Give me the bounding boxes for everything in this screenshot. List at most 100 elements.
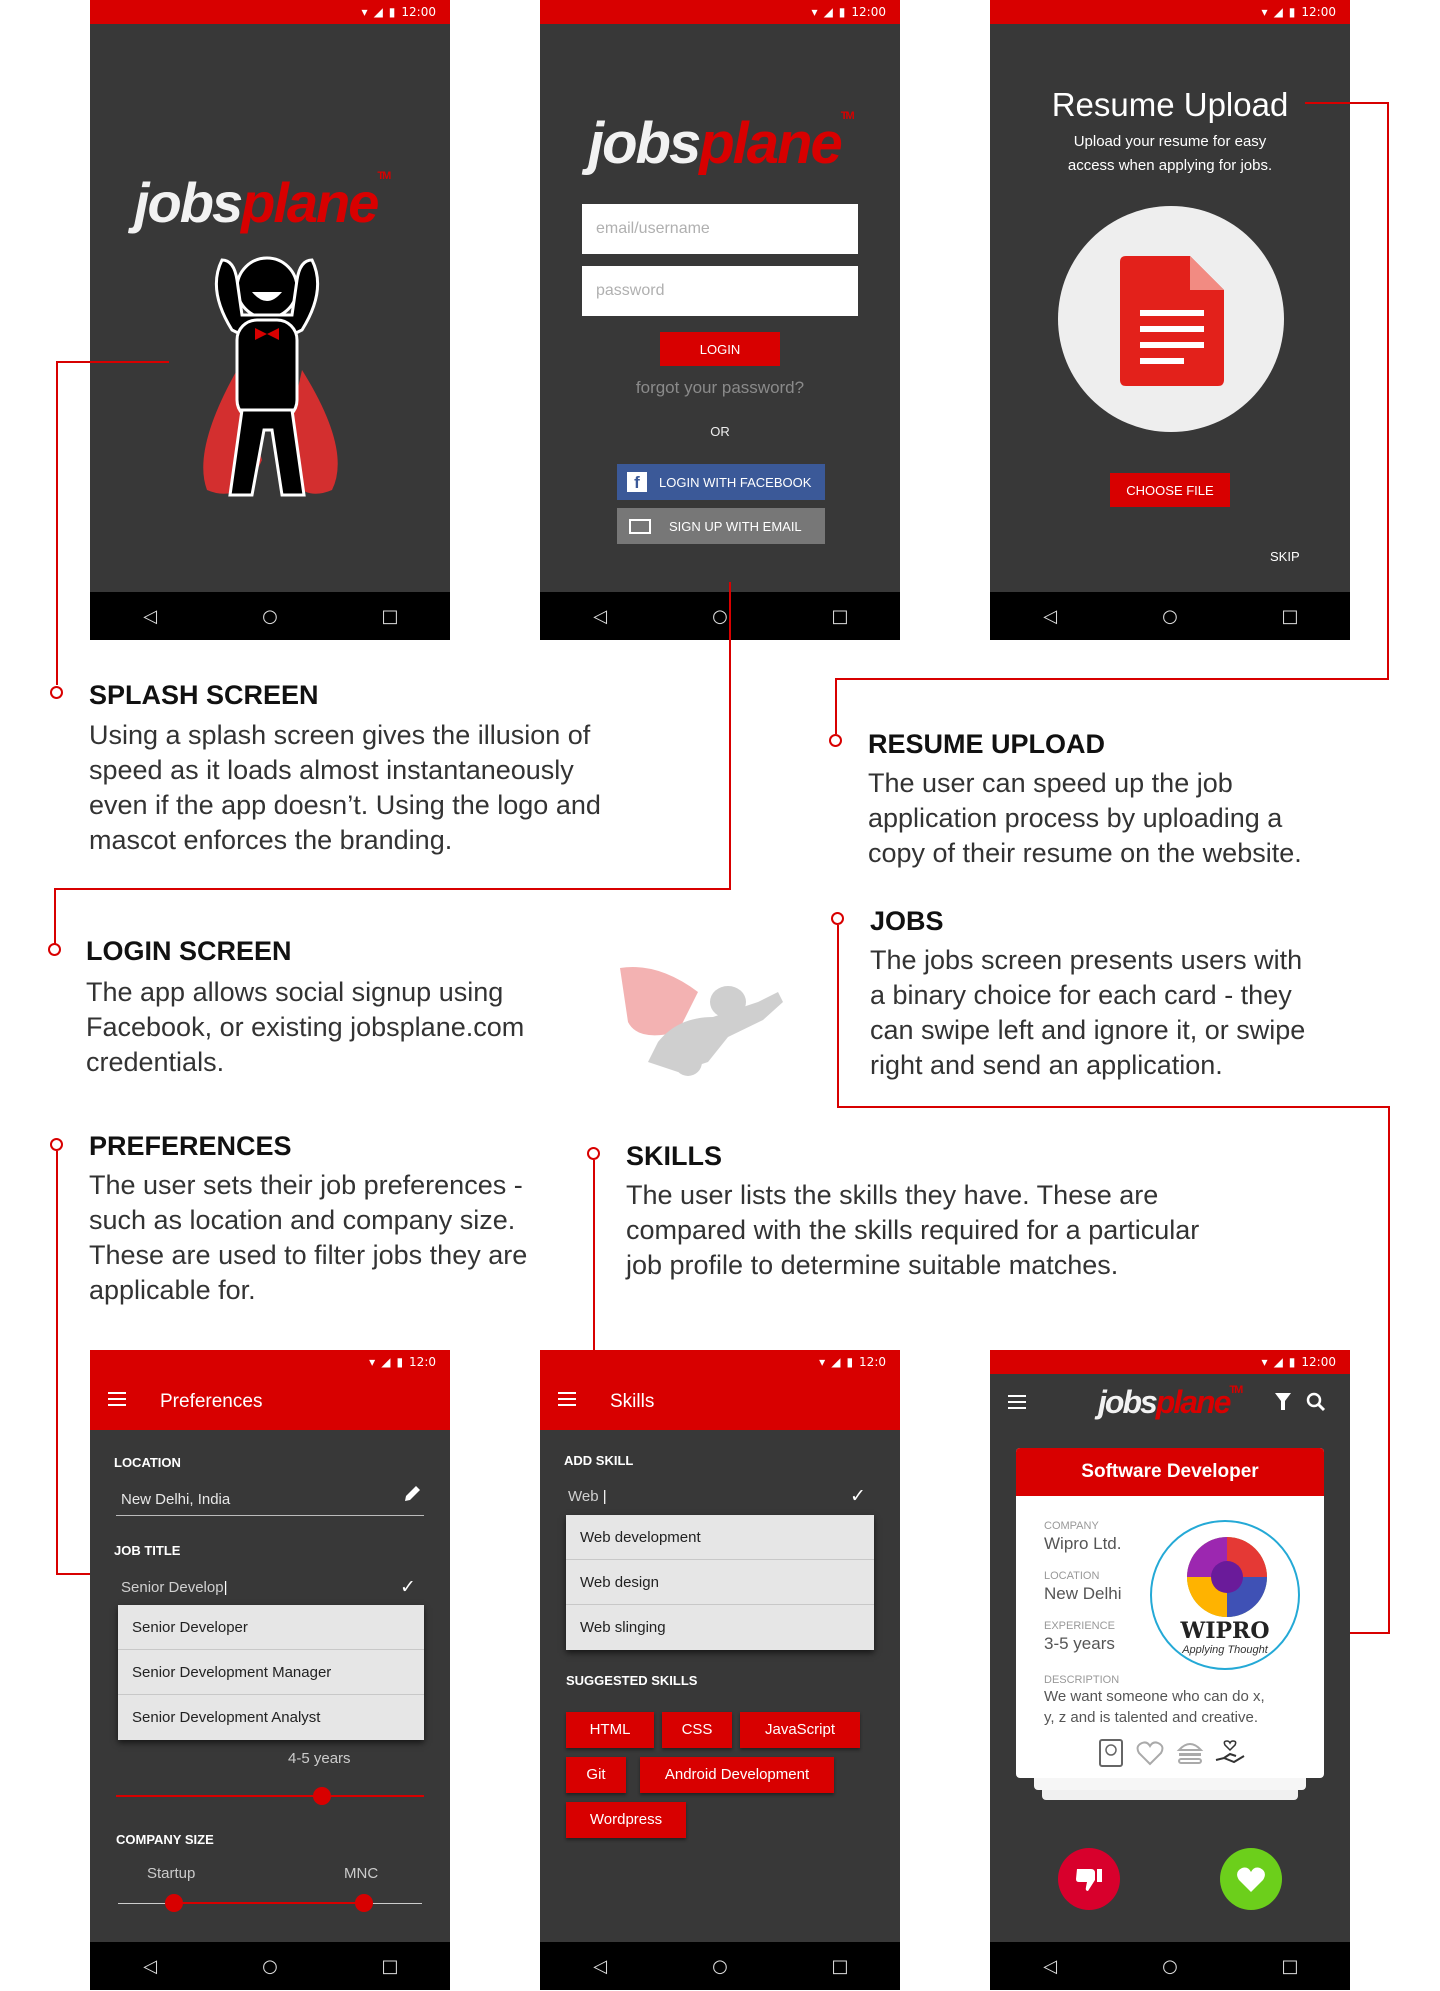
recent-apps-icon[interactable]: □ [820, 1956, 860, 1977]
login-button[interactable]: LOGIN [660, 332, 780, 366]
document-icon [1120, 256, 1224, 386]
home-icon[interactable]: ○ [1150, 606, 1190, 627]
signup-email-button[interactable]: SIGN UP WITH EMAIL [617, 508, 825, 544]
suggestion-item[interactable]: Senior Development Manager [118, 1650, 424, 1695]
skills-marker [587, 1147, 600, 1160]
email-field[interactable] [582, 204, 858, 254]
connector-line [729, 582, 731, 889]
back-icon[interactable]: ◁ [130, 1956, 170, 1977]
recent-apps-icon[interactable]: □ [1270, 606, 1310, 627]
password-field[interactable] [582, 266, 858, 316]
connector-line [56, 361, 169, 363]
splash-screen-phone: ▾ ◢ ▮ 12:00 jobsplaneTM ◁ ○ □ [90, 0, 450, 640]
wipro-flower-icon [1187, 1537, 1267, 1617]
menu-icon[interactable] [1008, 1395, 1026, 1409]
checkmark-icon[interactable]: ✓ [400, 1576, 416, 1598]
back-icon[interactable]: ◁ [580, 1956, 620, 1977]
back-icon[interactable]: ◁ [1030, 1956, 1070, 1977]
dislike-button[interactable] [1058, 1848, 1120, 1910]
recent-apps-icon[interactable]: □ [1270, 1956, 1310, 1977]
wipro-logo: WIPRO Applying Thought [1150, 1520, 1300, 1670]
add-skill-field[interactable]: Web | [568, 1488, 607, 1505]
menu-icon[interactable] [558, 1392, 576, 1406]
jobs-marker [831, 912, 844, 925]
nav-bar: ◁ ○ □ [540, 1942, 900, 1990]
signal-icon: ◢ [831, 1355, 841, 1369]
wifi-icon: ▾ [369, 1355, 376, 1369]
wifi-icon: ▾ [811, 5, 818, 19]
recent-apps-icon[interactable]: □ [370, 1956, 410, 1977]
description-line-2: y, z and is talented and creative. [1044, 1709, 1259, 1726]
menu-icon[interactable] [108, 1392, 126, 1406]
skills-annotation-text: The user lists the skills they have. The… [626, 1180, 1200, 1280]
battery-icon: ▮ [396, 1355, 404, 1369]
status-time: 12:00 [1301, 1355, 1336, 1369]
back-icon[interactable]: ◁ [130, 606, 170, 627]
company-label: COMPANY [1044, 1520, 1099, 1532]
upload-circle[interactable] [1058, 206, 1284, 432]
suggestion-item[interactable]: Web design [566, 1560, 874, 1605]
experience-slider-track[interactable] [116, 1795, 424, 1797]
skill-chip[interactable]: Git [566, 1757, 626, 1793]
edit-pencil-icon[interactable] [402, 1484, 422, 1504]
battery-icon: ▮ [1288, 1355, 1296, 1369]
filter-icon[interactable] [1274, 1392, 1292, 1412]
experience-value: 3-5 years [1044, 1634, 1115, 1653]
checkmark-icon[interactable]: ✓ [850, 1485, 866, 1507]
skill-chip[interactable]: Wordpress [566, 1802, 686, 1838]
login-facebook-button[interactable]: f LOGIN WITH FACEBOOK [617, 464, 825, 500]
recent-apps-icon[interactable]: □ [370, 606, 410, 627]
status-bar: ▾ ◢ ▮ 12:00 [990, 1350, 1350, 1374]
suggestion-item[interactable]: Web slinging [566, 1605, 874, 1650]
home-icon[interactable]: ○ [700, 606, 740, 627]
home-icon[interactable]: ○ [250, 606, 290, 627]
skill-chip[interactable]: JavaScript [740, 1712, 860, 1748]
jobs-annotation-text: The jobs screen presents users with a bin… [870, 945, 1306, 1080]
job-card[interactable]: Software Developer COMPANY Wipro Ltd. LO… [1016, 1448, 1324, 1778]
connector-line [56, 1151, 58, 1575]
wipro-name: WIPRO [1180, 1618, 1270, 1644]
nav-bar: ◁ ○ □ [90, 1942, 450, 1990]
skip-link[interactable]: SKIP [1270, 549, 1300, 564]
company-size-min-knob[interactable] [165, 1894, 183, 1912]
company-size-range[interactable] [174, 1902, 364, 1904]
back-icon[interactable]: ◁ [1030, 606, 1070, 627]
jobsplane-logo: jobsplaneTM [588, 110, 855, 176]
search-icon[interactable] [1306, 1392, 1326, 1412]
splash-annotation-text: Using a splash screen gives the illusion… [89, 720, 601, 855]
suggestion-item[interactable]: Web development [566, 1515, 874, 1560]
job-title-field[interactable]: Senior Develop| [121, 1579, 227, 1596]
splash-annotation-title: SPLASH SCREEN [89, 680, 319, 710]
connector-line [1388, 1106, 1390, 1634]
suggestion-item[interactable]: Senior Development Analyst [118, 1695, 424, 1740]
preferences-annotation-text: The user sets their job preferences - suc… [89, 1170, 528, 1305]
app-bar: Skills [540, 1374, 900, 1430]
back-icon[interactable]: ◁ [580, 606, 620, 627]
status-bar: ▾ ◢ ▮ 12:0 [540, 1350, 900, 1374]
skills-annotation-title: SKILLS [626, 1141, 723, 1171]
skill-chip[interactable]: Android Development [640, 1757, 834, 1793]
signup-email-label: SIGN UP WITH EMAIL [669, 518, 802, 534]
recent-apps-icon[interactable]: □ [820, 606, 860, 627]
forgot-password-link[interactable]: forgot your password? [540, 378, 900, 398]
login-annotation-title: LOGIN SCREEN [86, 936, 292, 966]
thumbs-down-icon [1076, 1869, 1102, 1891]
home-icon[interactable]: ○ [1150, 1956, 1190, 1977]
location-field[interactable]: New Delhi, India [121, 1491, 230, 1508]
experience-slider-knob[interactable] [313, 1787, 332, 1805]
home-icon[interactable]: ○ [250, 1956, 290, 1977]
resume-marker [829, 734, 842, 747]
job-title-label: JOB TITLE [114, 1543, 181, 1558]
connector-line [1305, 102, 1389, 104]
company-size-max-knob[interactable] [355, 1894, 373, 1912]
skill-chip[interactable]: HTML [566, 1712, 654, 1748]
suggestion-item[interactable]: Senior Developer [118, 1605, 424, 1650]
like-button[interactable] [1220, 1848, 1282, 1910]
status-time: 12:00 [401, 5, 436, 19]
choose-file-button[interactable]: CHOOSE FILE [1110, 473, 1230, 507]
skill-chip[interactable]: CSS [662, 1712, 732, 1748]
wifi-icon: ▾ [361, 5, 368, 19]
home-icon[interactable]: ○ [700, 1956, 740, 1977]
login-screen-phone: ▾ ◢ ▮ 12:00 jobsplaneTM LOGIN forgot your p… [540, 0, 900, 640]
signal-icon: ◢ [373, 5, 383, 19]
